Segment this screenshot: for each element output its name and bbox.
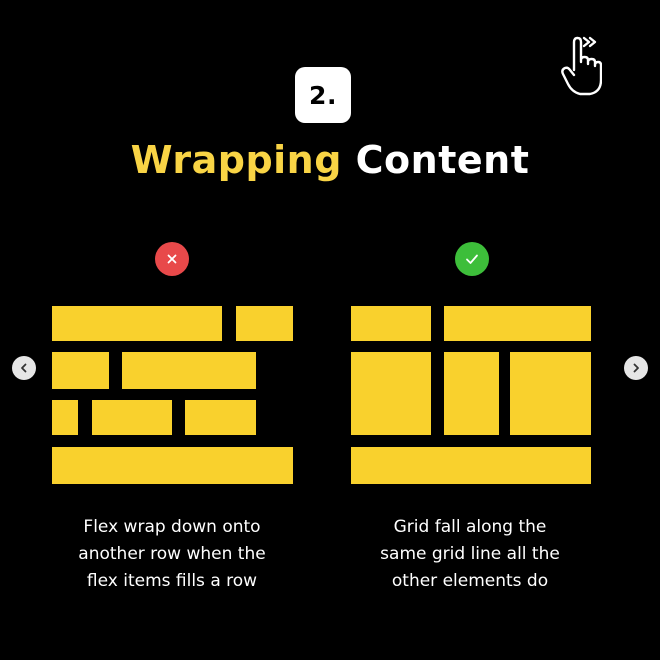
chevron-left-icon <box>21 363 27 373</box>
flex-block <box>52 306 222 341</box>
next-slide-button[interactable] <box>624 356 648 380</box>
swipe-hand-icon <box>561 36 602 96</box>
flex-block <box>52 352 109 389</box>
cross-icon <box>167 254 177 264</box>
page-title: Wrapping Content <box>0 138 660 182</box>
caption-line: Flex wrap down onto <box>83 517 261 537</box>
grid-block <box>351 306 431 341</box>
check-icon <box>466 254 478 264</box>
flex-caption: Flex wrap down onto another row when the… <box>22 514 322 595</box>
chevron-right-icon <box>633 363 639 373</box>
grid-block <box>510 352 591 435</box>
caption-line: another row when the <box>78 544 266 564</box>
grid-block <box>351 352 431 435</box>
bad-status-badge <box>155 242 189 276</box>
title-plain-word: Content <box>355 138 530 182</box>
step-number: 2. <box>309 80 337 110</box>
slide: 2. Wrapping Content Flex wrap down onto … <box>0 0 660 660</box>
grid-block <box>444 306 591 341</box>
good-status-badge <box>455 242 489 276</box>
caption-line: other elements do <box>391 571 549 591</box>
flex-block <box>185 400 256 435</box>
caption-line: flex items fills a row <box>86 571 258 591</box>
flex-block <box>52 447 293 484</box>
flex-block <box>92 400 172 435</box>
flex-block <box>52 400 78 435</box>
grid-caption: Grid fall along the same grid line all t… <box>320 514 620 595</box>
previous-slide-button[interactable] <box>12 356 36 380</box>
caption-line: Grid fall along the <box>393 517 547 537</box>
step-badge: 2. <box>295 67 351 123</box>
flex-block <box>236 306 293 341</box>
grid-block <box>444 352 499 435</box>
title-accent-word: Wrapping <box>130 138 342 182</box>
caption-line: same grid line all the <box>380 544 560 564</box>
grid-block <box>351 447 591 484</box>
flex-block <box>122 352 256 389</box>
